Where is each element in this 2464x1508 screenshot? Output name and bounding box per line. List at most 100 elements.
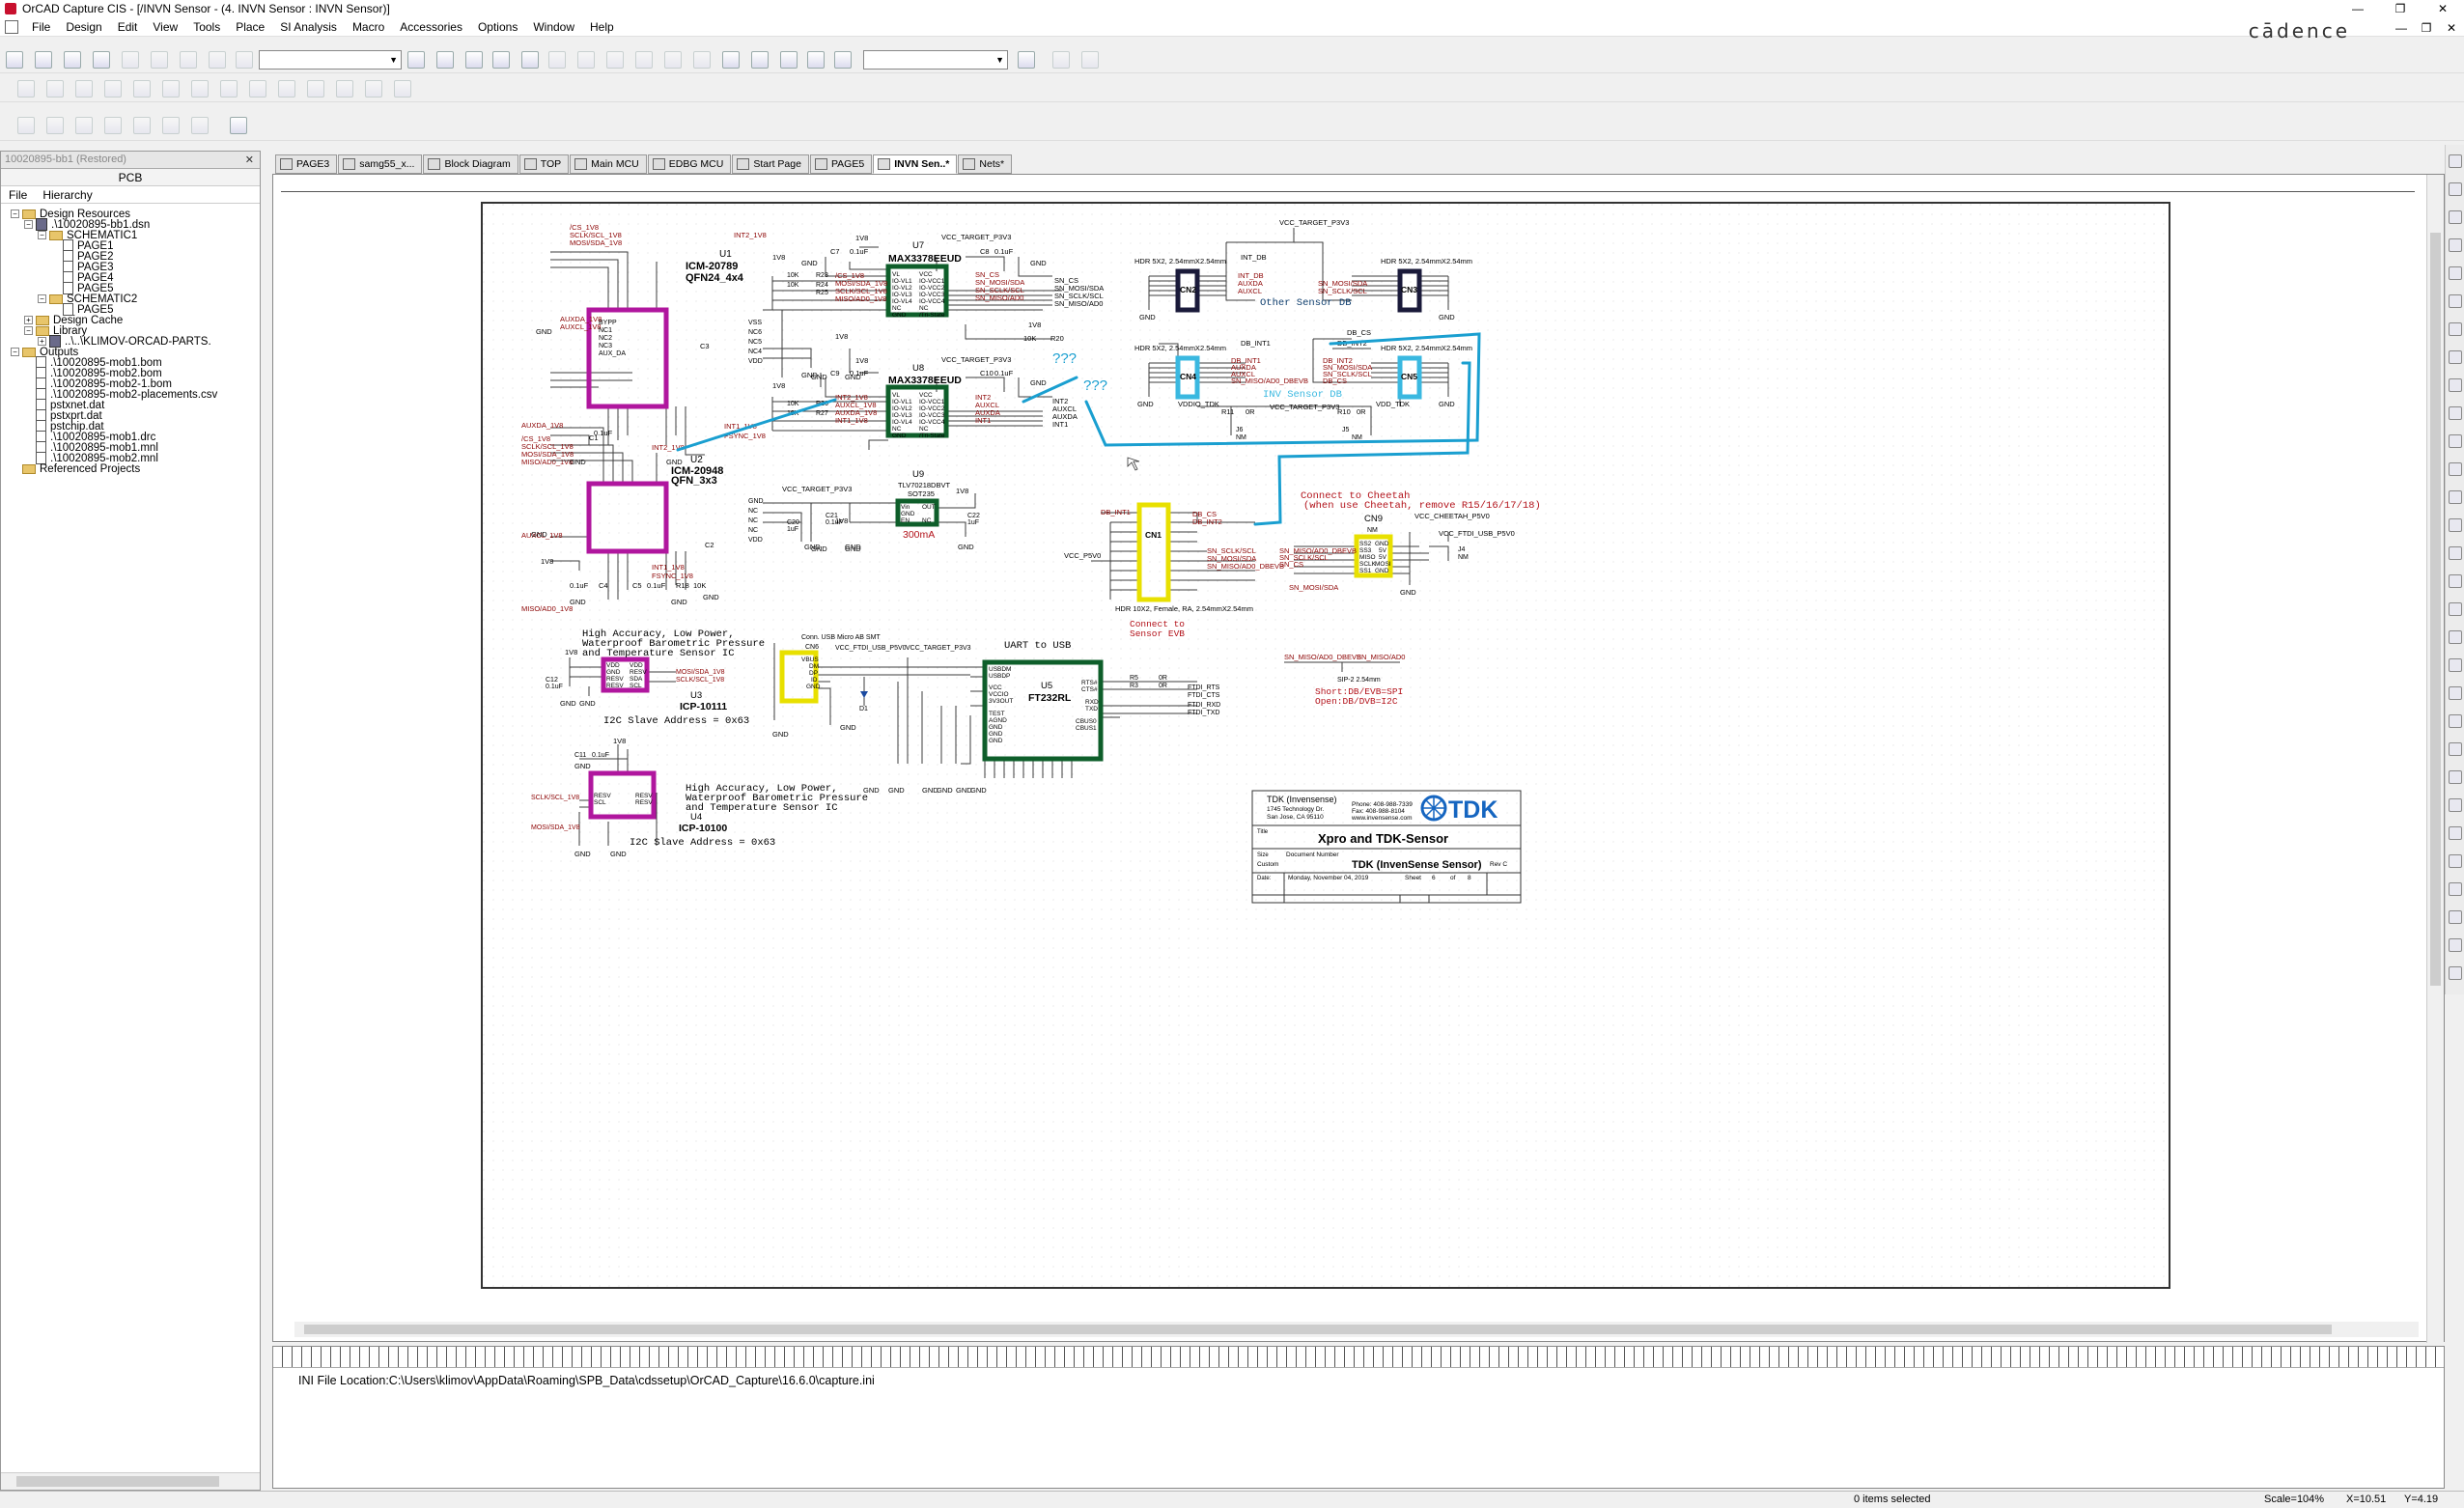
palette-tool-icon[interactable] — [2449, 406, 2462, 420]
scroll-thumb[interactable] — [304, 1325, 2332, 1334]
palette-tool-icon[interactable] — [2449, 798, 2462, 812]
menu-design[interactable]: Design — [58, 17, 109, 37]
redo-icon[interactable] — [236, 51, 253, 69]
doc-tab[interactable]: TOP — [518, 154, 570, 174]
close-button[interactable]: ✕ — [2422, 0, 2464, 17]
tool-h-icon[interactable] — [220, 80, 238, 98]
schematic-hscroll[interactable] — [294, 1322, 2419, 1337]
collapse-icon[interactable]: − — [24, 326, 33, 335]
restore-button[interactable]: ❐ — [2379, 0, 2422, 17]
mdi-restore-button[interactable]: ❐ — [2414, 19, 2439, 37]
menu-edit[interactable]: Edit — [110, 17, 146, 37]
palette-tool-icon[interactable] — [2449, 882, 2462, 896]
collapse-icon[interactable]: − — [24, 220, 33, 229]
zoom-in-icon[interactable] — [407, 51, 425, 69]
doc-tab[interactable]: Start Page — [732, 154, 809, 174]
palette-tool-icon[interactable] — [2449, 770, 2462, 784]
palette-tool-icon[interactable] — [2449, 238, 2462, 252]
palette-tool-icon[interactable] — [2449, 434, 2462, 448]
collapse-icon[interactable]: − — [11, 209, 19, 218]
palette-tool-icon[interactable] — [2449, 630, 2462, 644]
mdi-minimize-button[interactable]: — — [2389, 19, 2414, 37]
menu-help[interactable]: Help — [582, 17, 622, 37]
print-icon[interactable] — [93, 51, 110, 69]
drag-icon[interactable] — [780, 51, 798, 69]
zoom-area-icon[interactable] — [465, 51, 483, 69]
tool-j-icon[interactable] — [278, 80, 295, 98]
palette-tool-icon[interactable] — [2449, 910, 2462, 924]
tool-n-icon[interactable] — [394, 80, 411, 98]
visibility-icon[interactable] — [521, 51, 539, 69]
tool-e-icon[interactable] — [133, 80, 151, 98]
palette-tool-icon[interactable] — [2449, 210, 2462, 224]
align-bottom-icon[interactable] — [162, 117, 180, 134]
forward-icon[interactable] — [1081, 51, 1099, 69]
back-annotate-icon[interactable] — [577, 51, 595, 69]
palette-tool-icon[interactable] — [2449, 294, 2462, 308]
tool-f-icon[interactable] — [162, 80, 180, 98]
scroll-thumb[interactable] — [16, 1476, 219, 1487]
menu-tools[interactable]: Tools — [185, 17, 228, 37]
palette-tool-icon[interactable] — [2449, 518, 2462, 532]
drc-icon[interactable] — [606, 51, 624, 69]
doc-tab[interactable]: samg55_x... — [338, 154, 423, 174]
schematic-sheet[interactable]: U1 ICM-20789 QFN24_4x4 /CS_1V8 SCLK/SCL_… — [481, 202, 2170, 1289]
tab-file[interactable]: File — [1, 186, 35, 203]
cross-ref-icon[interactable] — [664, 51, 682, 69]
palette-tool-icon[interactable] — [2449, 546, 2462, 560]
doc-tab[interactable]: Nets* — [958, 154, 1013, 174]
part-combo[interactable]: ▼ — [259, 50, 402, 70]
tool-d-icon[interactable] — [104, 80, 122, 98]
netlist-icon[interactable] — [635, 51, 653, 69]
doc-tab[interactable]: Block Diagram — [423, 154, 518, 174]
project-hscroll[interactable] — [1, 1472, 260, 1490]
new-icon[interactable] — [6, 51, 23, 69]
tool-a-icon[interactable] — [17, 80, 35, 98]
mdi-close-button[interactable]: ✕ — [2439, 19, 2464, 37]
collapse-icon[interactable]: − — [38, 231, 46, 239]
menu-options[interactable]: Options — [470, 17, 525, 37]
palette-tool-icon[interactable] — [2449, 826, 2462, 840]
align-left-icon[interactable] — [17, 117, 35, 134]
menu-macro[interactable]: Macro — [345, 17, 392, 37]
palette-tool-icon[interactable] — [2449, 938, 2462, 952]
menu-place[interactable]: Place — [228, 17, 272, 37]
doc-tab[interactable]: INVN Sen..* — [873, 154, 958, 174]
menu-view[interactable]: View — [145, 17, 185, 37]
distribute-icon[interactable] — [191, 117, 209, 134]
area-select-icon[interactable] — [751, 51, 769, 69]
back-icon[interactable] — [1052, 51, 1070, 69]
copy-icon[interactable] — [151, 51, 168, 69]
align-top-icon[interactable] — [104, 117, 122, 134]
collapse-icon[interactable]: − — [38, 294, 46, 303]
palette-tool-icon[interactable] — [2449, 854, 2462, 868]
palette-tool-icon[interactable] — [2449, 182, 2462, 196]
open-icon[interactable] — [35, 51, 52, 69]
snap-icon[interactable] — [722, 51, 740, 69]
lock-icon[interactable] — [230, 117, 247, 134]
search-combo[interactable]: ▼ — [863, 50, 1008, 70]
align-center-icon[interactable] — [46, 117, 64, 134]
palette-tool-icon[interactable] — [2449, 378, 2462, 392]
tool-l-icon[interactable] — [336, 80, 353, 98]
tab-hierarchy[interactable]: Hierarchy — [35, 186, 99, 203]
tool-m-icon[interactable] — [365, 80, 382, 98]
doc-tab[interactable]: PAGE5 — [809, 154, 873, 174]
save-icon[interactable] — [64, 51, 81, 69]
collapse-icon[interactable]: − — [11, 348, 19, 356]
schematic-canvas[interactable]: U1 ICM-20789 QFN24_4x4 /CS_1V8 SCLK/SCL_… — [483, 204, 2169, 1287]
schematic-vscroll[interactable] — [2426, 175, 2444, 1343]
palette-tool-icon[interactable] — [2449, 686, 2462, 700]
zoom-all-icon[interactable] — [492, 51, 510, 69]
align-middle-icon[interactable] — [133, 117, 151, 134]
palette-tool-icon[interactable] — [2449, 714, 2462, 728]
palette-tool-icon[interactable] — [2449, 490, 2462, 504]
project-icon[interactable] — [807, 51, 825, 69]
palette-tool-icon[interactable] — [2449, 658, 2462, 672]
tree-item[interactable]: Referenced Projects — [11, 461, 140, 477]
paste-icon[interactable] — [180, 51, 197, 69]
panel-close-icon[interactable]: ✕ — [245, 154, 254, 166]
palette-tool-icon[interactable] — [2449, 966, 2462, 980]
menu-file[interactable]: File — [24, 17, 58, 37]
menu-window[interactable]: Window — [525, 17, 582, 37]
